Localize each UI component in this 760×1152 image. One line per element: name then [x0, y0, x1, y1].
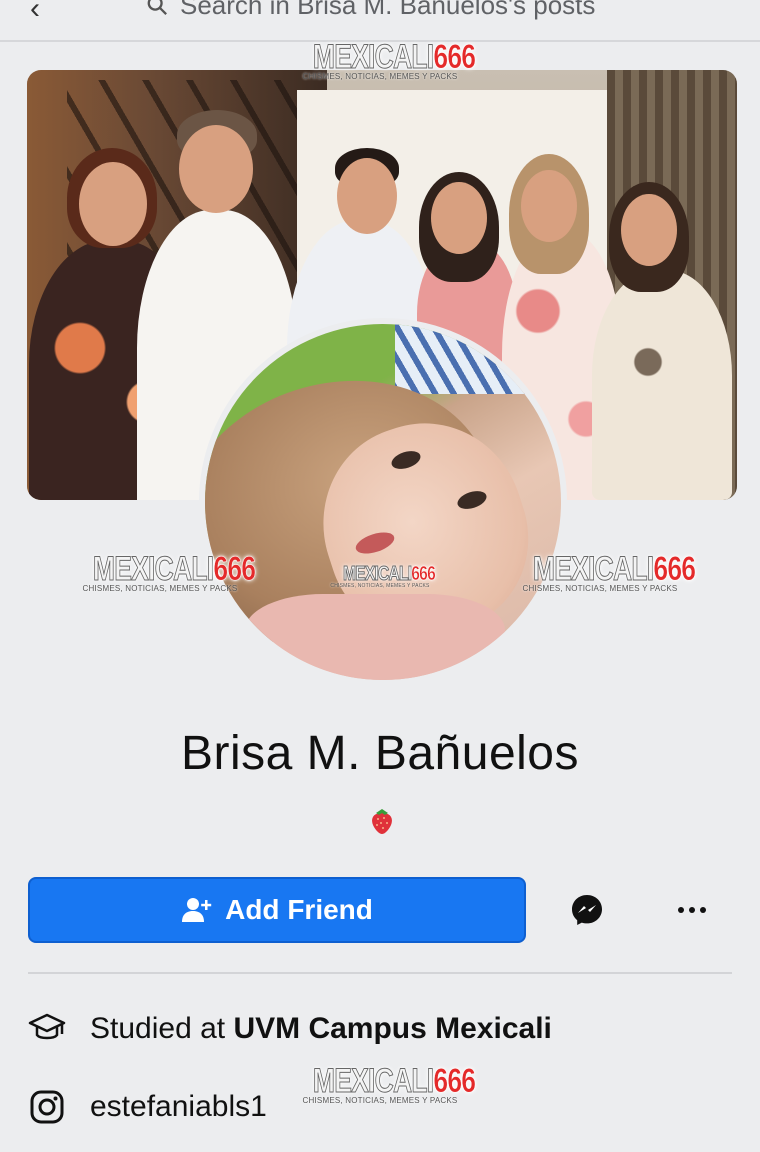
top-search-bar: ‹ Search in Brisa M. Bañuelos's posts [0, 0, 760, 26]
watermark-logo: MEXICALI666 CHISMES, NOTICIAS, MEMES Y P… [302, 1062, 477, 1106]
education-school[interactable]: UVM Campus Mexicali [233, 1012, 551, 1045]
messenger-icon [572, 895, 602, 925]
more-options-button[interactable] [664, 888, 720, 932]
back-arrow-icon[interactable]: ‹ [30, 0, 40, 24]
more-icon [678, 907, 684, 913]
profile-name: Brisa M. Bañuelos [180, 727, 579, 780]
add-friend-button[interactable]: Add Friend [28, 877, 526, 943]
education-detail: Studied at UVM Campus Mexicali [28, 1010, 552, 1048]
instagram-handle[interactable]: estefaniabls1 [90, 1090, 267, 1124]
divider [0, 40, 760, 42]
instagram-detail: estefaniabls1 [28, 1088, 267, 1126]
strawberry-icon [372, 809, 392, 834]
profile-picture[interactable] [199, 318, 567, 686]
add-friend-label: Add Friend [225, 894, 373, 925]
graduation-cap-icon [28, 1010, 66, 1048]
education-prefix: Studied at [90, 1012, 234, 1045]
divider [28, 972, 732, 974]
instagram-icon [28, 1088, 66, 1126]
search-input[interactable]: Search in Brisa M. Bañuelos's posts [180, 0, 720, 21]
search-icon [147, 0, 167, 15]
profile-page: ‹ Search in Brisa M. Bañuelos's posts ME… [0, 0, 760, 1152]
messenger-button[interactable] [562, 888, 612, 932]
add-person-icon [182, 898, 212, 922]
